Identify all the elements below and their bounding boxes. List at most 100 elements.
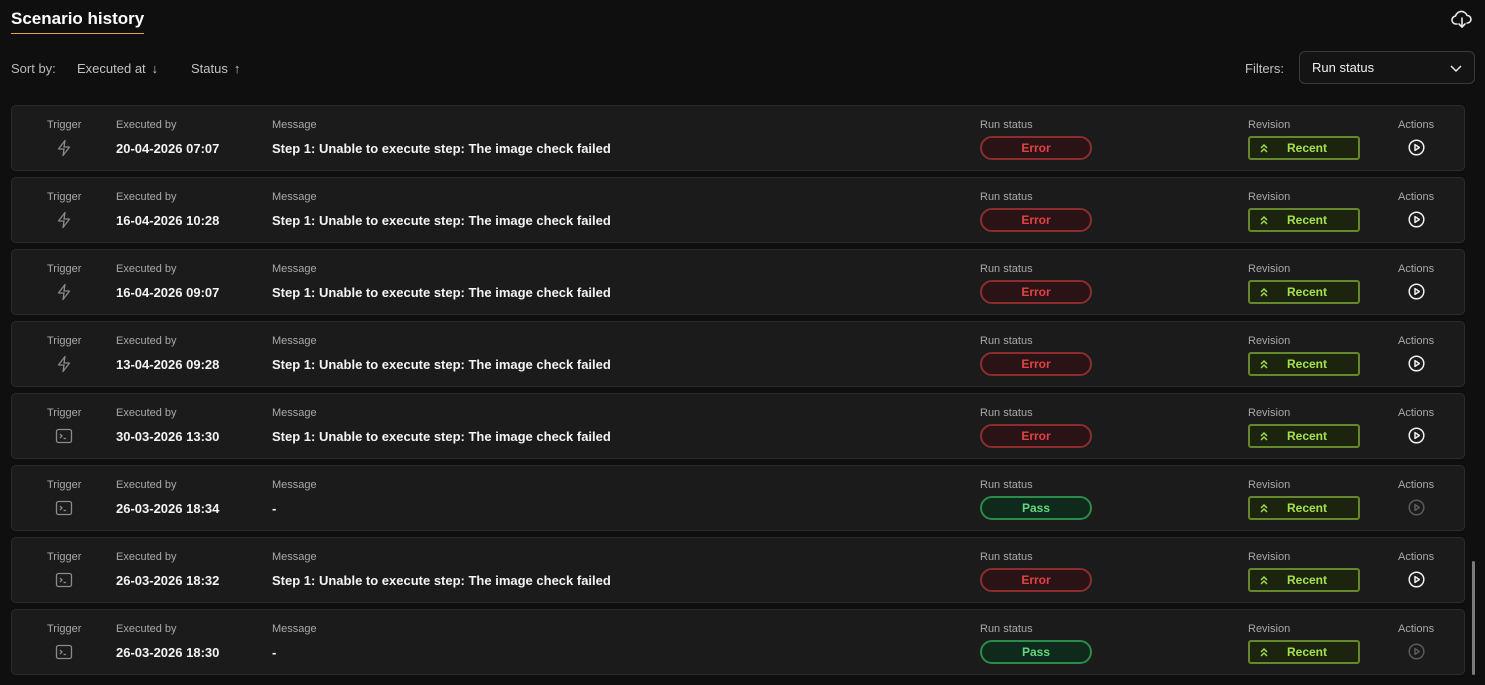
history-row: Trigger Executed by 26-03-2026 18:32 Mes…: [11, 537, 1465, 603]
message-value: Step 1: Unable to execute step: The imag…: [272, 285, 611, 300]
revision-label: Revision: [1248, 479, 1291, 491]
history-row: Trigger Executed by 26-03-2026 18:30 Mes…: [11, 609, 1465, 675]
revision-label: Revision: [1248, 191, 1291, 203]
executed-at-value: 26-03-2026 18:32: [116, 573, 220, 588]
revision-badge: Recent: [1248, 424, 1360, 448]
run-button[interactable]: [1408, 499, 1425, 516]
actions-label: Actions: [1398, 623, 1435, 635]
trigger-label: Trigger: [47, 407, 82, 419]
actions-label: Actions: [1398, 407, 1435, 419]
actions-label: Actions: [1398, 119, 1435, 131]
revision-badge: Recent: [1248, 208, 1360, 232]
trigger-cell: Trigger: [12, 610, 117, 674]
message-label: Message: [272, 479, 317, 491]
run-button[interactable]: [1408, 355, 1425, 372]
play-circle-icon: [1408, 427, 1425, 444]
run-status-label: Run status: [980, 119, 1033, 131]
executed-at-value: 13-04-2026 09:28: [116, 357, 220, 372]
message-value: Step 1: Unable to execute step: The imag…: [272, 141, 611, 156]
status-badge: Pass: [980, 640, 1092, 664]
revision-badge: Recent: [1248, 280, 1360, 304]
revision-label: Revision: [1248, 263, 1291, 275]
status-badge: Error: [980, 136, 1092, 160]
trigger-cell: Trigger: [12, 106, 117, 170]
run-button[interactable]: [1408, 139, 1425, 156]
sort-filter-bar: Sort by: Executed at ↓ Status ↑ Filters:…: [11, 51, 1475, 84]
arrow-up-icon: ↑: [233, 61, 241, 76]
run-status-label: Run status: [980, 191, 1033, 203]
play-circle-icon: [1408, 139, 1425, 156]
run-button[interactable]: [1408, 643, 1425, 660]
page-title: Scenario history: [11, 9, 145, 34]
message-label: Message: [272, 119, 317, 131]
run-button[interactable]: [1408, 283, 1425, 300]
chevron-down-icon: [1450, 65, 1462, 73]
sort-status[interactable]: Status ↑: [191, 61, 240, 76]
trigger-cell: Trigger: [12, 394, 117, 458]
sort-label: Sort by:: [11, 61, 56, 76]
actions-label: Actions: [1398, 335, 1435, 347]
message-value: Step 1: Unable to execute step: The imag…: [272, 429, 611, 444]
history-row: Trigger Executed by 13-04-2026 09:28 Mes…: [11, 321, 1465, 387]
run-button[interactable]: [1408, 211, 1425, 228]
revision-badge: Recent: [1248, 136, 1360, 160]
message-label: Message: [272, 407, 317, 419]
status-badge: Error: [980, 280, 1092, 304]
revision-text: Recent: [1286, 285, 1327, 299]
message-value: Step 1: Unable to execute step: The imag…: [272, 573, 611, 588]
play-circle-icon: [1408, 499, 1425, 516]
terminal-icon: [55, 643, 73, 661]
status-badge: Pass: [980, 496, 1092, 520]
executed-by-label: Executed by: [116, 119, 177, 131]
lightning-icon: [55, 139, 73, 157]
revision-label: Revision: [1248, 551, 1291, 563]
status-badge: Error: [980, 424, 1092, 448]
actions-label: Actions: [1398, 551, 1435, 563]
revision-text: Recent: [1286, 357, 1327, 371]
revision-text: Recent: [1286, 141, 1327, 155]
run-status-label: Run status: [980, 479, 1033, 491]
trigger-label: Trigger: [47, 191, 82, 203]
select-value: Run status: [1312, 60, 1375, 75]
executed-by-label: Executed by: [116, 335, 177, 347]
play-circle-icon: [1408, 355, 1425, 372]
message-label: Message: [272, 623, 317, 635]
revision-text: Recent: [1286, 213, 1327, 227]
trigger-cell: Trigger: [12, 178, 117, 242]
revision-badge: Recent: [1248, 640, 1360, 664]
revision-badge: Recent: [1248, 568, 1360, 592]
history-row: Trigger Executed by 20-04-2026 07:07 Mes…: [11, 105, 1465, 171]
trigger-label: Trigger: [47, 335, 82, 347]
history-row: Trigger Executed by 30-03-2026 13:30 Mes…: [11, 393, 1465, 459]
executed-by-label: Executed by: [116, 479, 177, 491]
play-circle-icon: [1408, 211, 1425, 228]
status-badge: Error: [980, 568, 1092, 592]
trigger-cell: Trigger: [12, 322, 117, 386]
cloud-download-icon: [1451, 10, 1472, 28]
executed-by-label: Executed by: [116, 551, 177, 563]
history-list: Trigger Executed by 20-04-2026 07:07 Mes…: [11, 105, 1465, 681]
scrollbar[interactable]: [1472, 561, 1475, 675]
sort-option-label: Status: [191, 61, 228, 76]
sort-executed-at[interactable]: Executed at ↓: [77, 61, 158, 76]
revision-text: Recent: [1286, 501, 1327, 515]
revision-label: Revision: [1248, 623, 1291, 635]
executed-at-value: 26-03-2026 18:34: [116, 501, 220, 516]
filters-label: Filters:: [1245, 61, 1284, 76]
revision-label: Revision: [1248, 119, 1291, 131]
run-button[interactable]: [1408, 571, 1425, 588]
revision-text: Recent: [1286, 429, 1327, 443]
run-button[interactable]: [1408, 427, 1425, 444]
sort-option-label: Executed at: [77, 61, 146, 76]
revision-text: Recent: [1286, 573, 1327, 587]
actions-label: Actions: [1398, 479, 1435, 491]
revision-badge: Recent: [1248, 496, 1360, 520]
message-value: -: [272, 645, 277, 660]
run-status-filter-select[interactable]: Run status: [1299, 51, 1475, 84]
play-circle-icon: [1408, 283, 1425, 300]
executed-at-value: 30-03-2026 13:30: [116, 429, 220, 444]
download-button[interactable]: [1450, 8, 1474, 30]
revision-label: Revision: [1248, 407, 1291, 419]
executed-by-label: Executed by: [116, 263, 177, 275]
executed-by-label: Executed by: [116, 623, 177, 635]
